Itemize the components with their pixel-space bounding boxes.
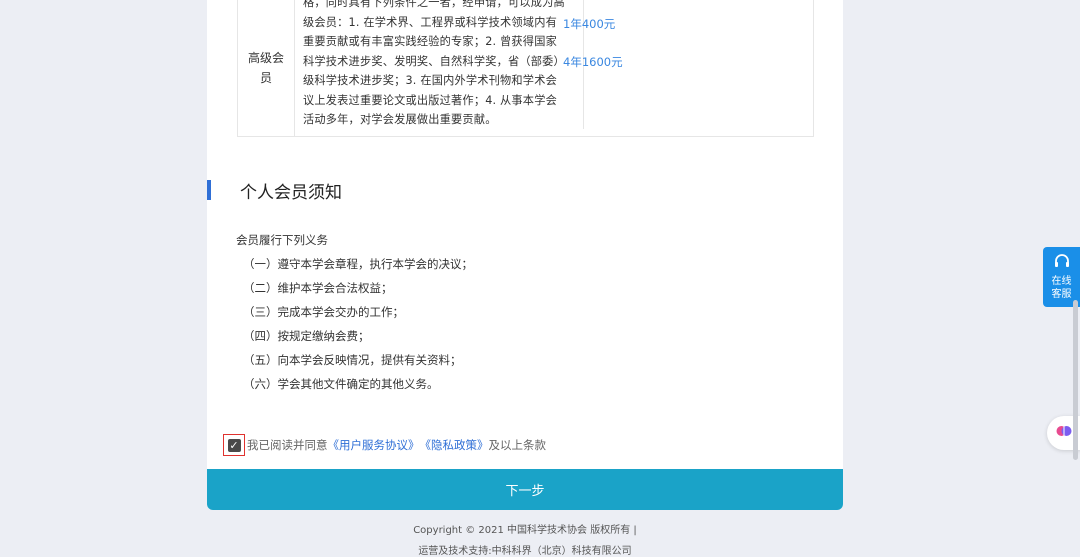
form-card: 高级会员 格，同时具有下列条件之一者，经申请，可以成为高 级会员：1. 在学术界… [207,0,843,510]
page-scrollbar[interactable] [1073,300,1078,460]
fee-4-year: 4年1600元 [563,55,623,69]
privacy-policy-link[interactable]: 《隐私政策》 [420,437,489,453]
fee-1-year: 1年400元 [563,17,616,31]
service-label-line1: 在线 [1051,276,1072,287]
section-accent-bar [207,180,211,200]
checkmark-icon: ✓ [227,438,241,452]
section-title: 个人会员须知 [240,183,342,203]
agreement-row: ✓ 我已阅读并同意 《用户服务协议》 《隐私政策》 及以上条款 [223,434,546,456]
footer-copyright: Copyright © 2021 中国科学技术协会 版权所有 | [413,525,637,536]
headset-icon [1043,253,1080,275]
footer-support: 运营及技术支持:中科科界（北京）科技有限公司 [418,546,632,557]
duty-item: （一）遵守本学会章程，执行本学会的决议； [243,257,473,271]
duty-item: （六）学会其他文件确定的其他义务。 [243,377,439,391]
agreement-prefix: 我已阅读并同意 [247,438,328,452]
duty-item: （五）向本学会反映情况，提供有关资料； [243,353,462,367]
agree-checkbox[interactable]: ✓ [223,434,245,456]
duties-list: （一）遵守本学会章程，执行本学会的决议； （二）维护本学会合法权益； （三）完成… [243,256,473,400]
member-level-cell: 高级会员 [238,0,295,136]
brain-icon [1055,422,1073,444]
duty-item: （三）完成本学会交办的工作； [243,305,404,319]
duty-item: （四）按规定缴纳会费； [243,329,370,343]
agreement-suffix: 及以上条款 [488,438,547,452]
next-step-button[interactable]: 下一步 [207,469,843,510]
member-conditions-cell: 格，同时具有下列条件之一者，经申请，可以成为高 级会员：1. 在学术界、工程界或… [295,0,584,129]
duties-lead: 会员履行下列义务 [236,233,328,247]
duty-item: （二）维护本学会合法权益； [243,281,393,295]
membership-table-row: 高级会员 格，同时具有下列条件之一者，经申请，可以成为高 级会员：1. 在学术界… [237,0,814,137]
user-agreement-link[interactable]: 《用户服务协议》 [328,437,420,453]
online-service-widget[interactable]: 在线 客服 [1043,247,1080,307]
